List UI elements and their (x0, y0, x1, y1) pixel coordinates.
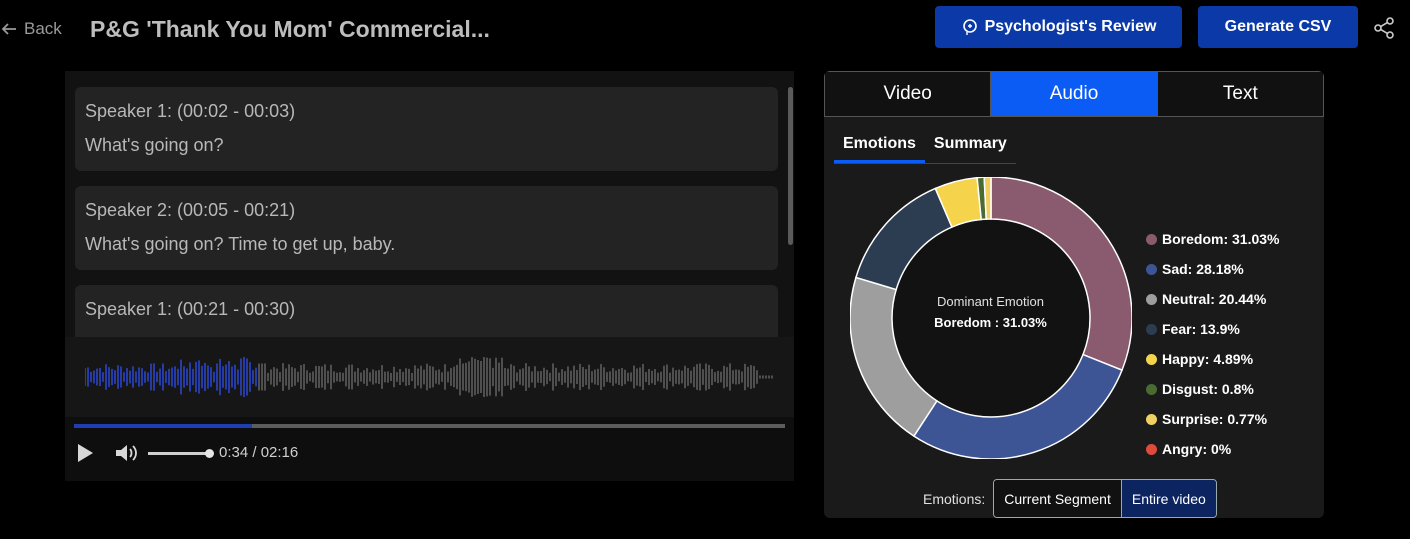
psychologist-review-button[interactable]: Psychologist's Review (935, 6, 1182, 48)
legend-item: Angry: 0% (1146, 434, 1279, 464)
donut-slice-surprise[interactable] (983, 177, 992, 220)
legend-label: Angry: 0% (1162, 441, 1232, 457)
volume-slider[interactable] (148, 449, 214, 458)
legend-dot (1146, 353, 1157, 365)
sub-tabs: Emotions Summary (834, 127, 1016, 164)
current-segment-button[interactable]: Current Segment (994, 480, 1121, 517)
legend-dot (1146, 383, 1157, 395)
legend-item: Boredom: 31.03% (1146, 224, 1279, 254)
play-icon[interactable] (76, 443, 94, 463)
generate-csv-button[interactable]: Generate CSV (1198, 6, 1358, 48)
progress-fill (74, 424, 252, 428)
volume-icon[interactable] (114, 442, 138, 464)
transcript-list[interactable]: Speaker 1: (00:02 - 00:03) What's going … (65, 71, 794, 337)
segment-text: What's going on? (85, 135, 224, 155)
legend-label: Neutral: 20.44% (1162, 291, 1267, 307)
tab-video[interactable]: Video (825, 72, 992, 116)
review-label: Psychologist's Review (984, 18, 1157, 35)
segment-speaker: Speaker 1: (00:21 - 00:30) (85, 299, 296, 319)
tab-emotions[interactable]: Emotions (834, 127, 925, 163)
share-icon[interactable] (1372, 16, 1396, 40)
transcript-player-panel: Speaker 1: (00:02 - 00:03) What's going … (65, 71, 794, 481)
player-controls: 0:34 / 02:16 (65, 435, 794, 481)
legend-dot (1146, 413, 1157, 425)
entire-video-button[interactable]: Entire video (1120, 480, 1216, 517)
progress-bar[interactable] (74, 424, 785, 428)
scope-toggle: Current Segment Entire video (993, 479, 1217, 518)
transcript-segment[interactable]: Speaker 1: (00:21 - 00:30) (75, 285, 778, 337)
brain-head-icon (962, 19, 977, 35)
chart-legend: Boredom: 31.03% Sad: 28.18% Neutral: 20.… (1146, 224, 1279, 464)
legend-label: Boredom: 31.03% (1162, 231, 1280, 247)
transcript-segment[interactable]: Speaker 1: (00:02 - 00:03) What's going … (75, 87, 778, 171)
legend-item: Fear: 13.9% (1146, 314, 1279, 344)
back-button[interactable]: Back (0, 14, 62, 44)
dominant-emotion-value: Boredom : 31.03% (934, 315, 1047, 330)
legend-label: Happy: 4.89% (1162, 351, 1254, 367)
legend-label: Sad: 28.18% (1162, 261, 1244, 277)
legend-item: Sad: 28.18% (1146, 254, 1279, 284)
legend-dot (1146, 293, 1157, 305)
legend-item: Disgust: 0.8% (1146, 374, 1279, 404)
legend-dot (1146, 323, 1157, 335)
waveform-graph[interactable] (85, 357, 775, 397)
analysis-panel: Video Audio Text Emotions Summary Domina… (824, 71, 1324, 518)
legend-item: Surprise: 0.77% (1146, 404, 1279, 434)
dominant-emotion-label: Dominant Emotion (937, 294, 1044, 309)
transcript-scrollbar[interactable] (788, 87, 793, 245)
legend-label: Surprise: 0.77% (1162, 411, 1268, 427)
arrow-left-icon (1, 23, 16, 35)
legend-item: Happy: 4.89% (1146, 344, 1279, 374)
tab-text[interactable]: Text (1157, 72, 1323, 116)
segment-text: What's going on? Time to get up, baby. (85, 234, 396, 254)
legend-label: Fear: 13.9% (1162, 321, 1240, 337)
segment-speaker: Speaker 2: (00:05 - 00:21) (85, 200, 296, 220)
time-readout: 0:34 / 02:16 (219, 444, 299, 461)
dominant-emotion: Dominant Emotion Boredom : 31.03% (894, 294, 1087, 330)
legend-dot (1146, 233, 1157, 245)
transcript-segment[interactable]: Speaker 2: (00:05 - 00:21) What's going … (75, 186, 778, 270)
legend-dot (1146, 443, 1157, 455)
emotion-scope: Emotions: Current Segment Entire video (923, 479, 1217, 518)
legend-label: Disgust: 0.8% (1162, 381, 1254, 397)
back-label: Back (24, 19, 62, 38)
waveform[interactable] (65, 337, 794, 417)
page-title: P&G 'Thank You Mom' Commercial... (90, 16, 490, 42)
segment-speaker: Speaker 1: (00:02 - 00:03) (85, 101, 296, 121)
legend-dot (1146, 263, 1157, 275)
volume-slider-knob[interactable] (205, 449, 214, 458)
main-tabs: Video Audio Text (824, 71, 1324, 117)
legend-item: Neutral: 20.44% (1146, 284, 1279, 314)
tab-audio[interactable]: Audio (991, 72, 1158, 116)
emotion-scope-label: Emotions: (923, 490, 986, 507)
tab-summary[interactable]: Summary (925, 127, 1016, 163)
